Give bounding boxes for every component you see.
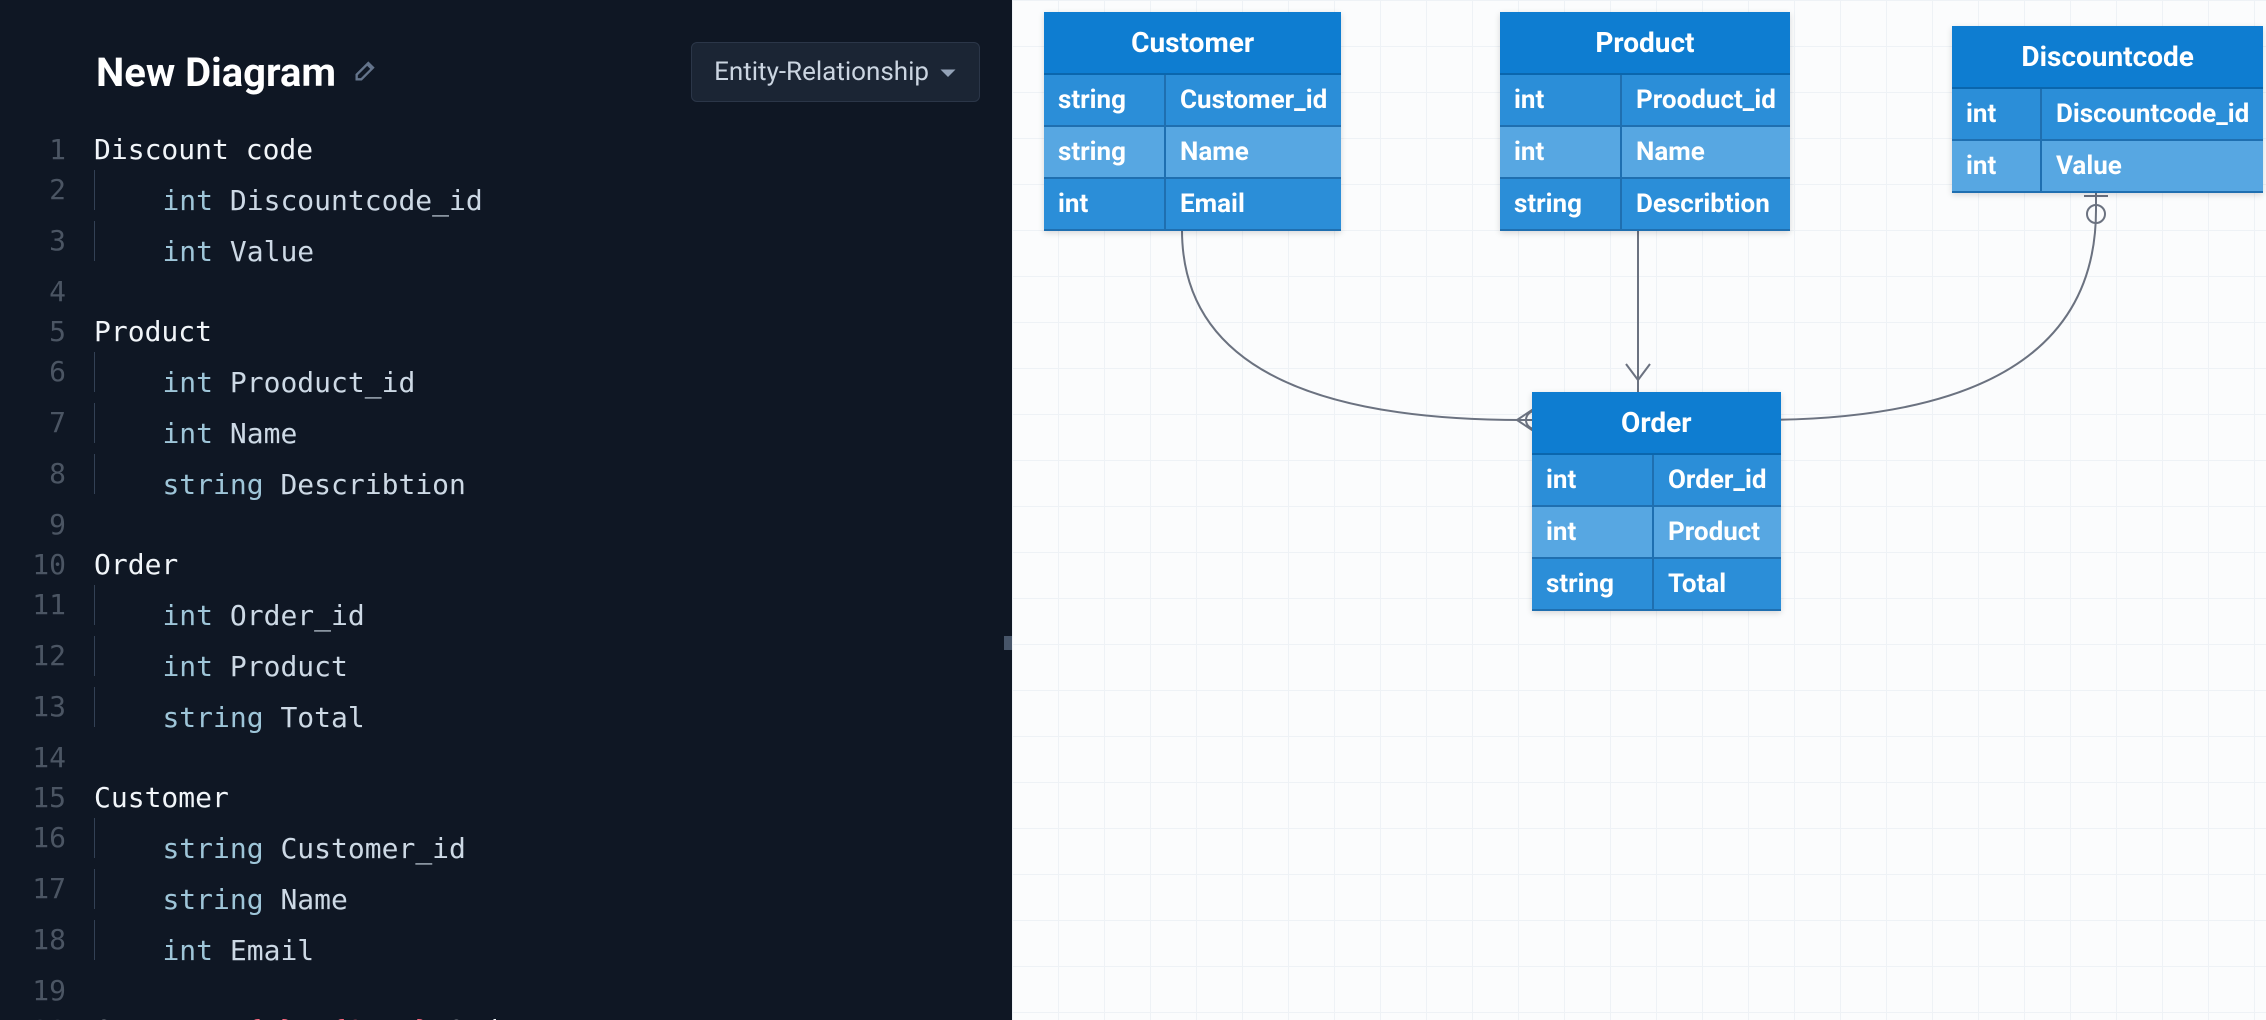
- line-number: 8: [12, 454, 94, 505]
- scrollbar-thumb[interactable]: [1004, 636, 1012, 650]
- code-line[interactable]: 14: [12, 738, 1012, 778]
- line-number: 4: [12, 272, 94, 312]
- entity-row[interactable]: stringName: [1044, 127, 1341, 179]
- entity-row[interactable]: stringCustomer_id: [1044, 75, 1341, 127]
- code-line[interactable]: 8 string Describtion: [12, 454, 1012, 505]
- line-number: 2: [12, 170, 94, 221]
- column-type: int: [1952, 89, 2042, 141]
- line-number: 15: [12, 778, 94, 818]
- column-type: string: [1500, 179, 1622, 231]
- entity-row[interactable]: stringDescribtion: [1500, 179, 1790, 231]
- diagram-type-label: Entity-Relationship: [714, 57, 929, 87]
- column-type: int: [1500, 75, 1622, 127]
- diagram-type-select[interactable]: Entity-Relationship: [691, 42, 980, 102]
- column-name: Discountcode_id: [2042, 89, 2263, 141]
- code-editor-panel: New Diagram Entity-Relationship 1Discoun…: [0, 0, 1012, 1020]
- entity-header[interactable]: Product: [1500, 12, 1790, 75]
- entity-row[interactable]: intValue: [1952, 141, 2263, 193]
- column-name: Prooduct_id: [1622, 75, 1790, 127]
- code-line[interactable]: 2 int Discountcode_id: [12, 170, 1012, 221]
- line-number: 12: [12, 636, 94, 687]
- entity-product[interactable]: ProductintProoduct_idintNamestringDescri…: [1500, 12, 1790, 231]
- diagram-canvas[interactable]: CustomerstringCustomer_idstringNameintEm…: [1012, 0, 2266, 1020]
- code-line[interactable]: 12 int Product: [12, 636, 1012, 687]
- code-line[interactable]: 16 string Customer_id: [12, 818, 1012, 869]
- line-number: 20: [12, 1011, 94, 1020]
- entity-header[interactable]: Customer: [1044, 12, 1341, 75]
- editor-header: New Diagram Entity-Relationship: [0, 0, 1012, 130]
- code-line[interactable]: 19: [12, 971, 1012, 1011]
- line-number: 17: [12, 869, 94, 920]
- entity-row[interactable]: intOrder_id: [1532, 455, 1781, 507]
- column-type: string: [1044, 75, 1166, 127]
- column-type: int: [1532, 455, 1654, 507]
- entity-row[interactable]: intDiscountcode_id: [1952, 89, 2263, 141]
- column-type: int: [1952, 141, 2042, 193]
- column-type: int: [1532, 507, 1654, 559]
- column-type: string: [1532, 559, 1654, 611]
- code-line[interactable]: 20Customer {1}--{0..n} Order: [12, 1011, 1012, 1020]
- line-number: 19: [12, 971, 94, 1011]
- code-line[interactable]: 11 int Order_id: [12, 585, 1012, 636]
- column-type: int: [1500, 127, 1622, 179]
- entity-discountcode[interactable]: DiscountcodeintDiscountcode_idintValue: [1952, 26, 2263, 193]
- line-number: 10: [12, 545, 94, 585]
- column-name: Value: [2042, 141, 2263, 193]
- code-line[interactable]: 3 int Value: [12, 221, 1012, 272]
- code-line[interactable]: 15Customer: [12, 778, 1012, 818]
- diagram-title[interactable]: New Diagram: [96, 49, 336, 96]
- line-number: 16: [12, 818, 94, 869]
- column-name: Total: [1654, 559, 1781, 611]
- column-name: Email: [1166, 179, 1341, 231]
- entity-row[interactable]: intProoduct_id: [1500, 75, 1790, 127]
- code-line[interactable]: 13 string Total: [12, 687, 1012, 738]
- code-line[interactable]: 17 string Name: [12, 869, 1012, 920]
- line-number: 6: [12, 352, 94, 403]
- line-number: 5: [12, 312, 94, 352]
- column-name: Product: [1654, 507, 1781, 559]
- line-number: 7: [12, 403, 94, 454]
- line-number: 1: [12, 130, 94, 170]
- entity-order[interactable]: OrderintOrder_idintProductstringTotal: [1532, 392, 1781, 611]
- code-line[interactable]: 1Discount code: [12, 130, 1012, 170]
- entity-row[interactable]: intName: [1500, 127, 1790, 179]
- column-name: Order_id: [1654, 455, 1781, 507]
- column-name: Name: [1166, 127, 1341, 179]
- column-type: string: [1044, 127, 1166, 179]
- line-number: 14: [12, 738, 94, 778]
- column-name: Name: [1622, 127, 1790, 179]
- chevron-down-icon: [939, 57, 957, 87]
- code-line[interactable]: 4: [12, 272, 1012, 312]
- line-number: 9: [12, 505, 94, 545]
- line-number: 11: [12, 585, 94, 636]
- entity-row[interactable]: intProduct: [1532, 507, 1781, 559]
- entity-header[interactable]: Order: [1532, 392, 1781, 455]
- entity-header[interactable]: Discountcode: [1952, 26, 2263, 89]
- line-number: 13: [12, 687, 94, 738]
- code-editor[interactable]: 1Discount code2 int Discountcode_id3 int…: [0, 130, 1012, 1020]
- code-line[interactable]: 18 int Email: [12, 920, 1012, 971]
- code-line[interactable]: 7 int Name: [12, 403, 1012, 454]
- column-type: int: [1044, 179, 1166, 231]
- line-number: 3: [12, 221, 94, 272]
- column-name: Customer_id: [1166, 75, 1341, 127]
- code-line[interactable]: 10Order: [12, 545, 1012, 585]
- code-line[interactable]: 9: [12, 505, 1012, 545]
- entity-row[interactable]: intEmail: [1044, 179, 1341, 231]
- code-line[interactable]: 5Product: [12, 312, 1012, 352]
- code-line[interactable]: 6 int Prooduct_id: [12, 352, 1012, 403]
- entity-customer[interactable]: CustomerstringCustomer_idstringNameintEm…: [1044, 12, 1341, 231]
- entity-row[interactable]: stringTotal: [1532, 559, 1781, 611]
- column-name: Describtion: [1622, 179, 1790, 231]
- edit-title-icon[interactable]: [352, 56, 380, 88]
- line-number: 18: [12, 920, 94, 971]
